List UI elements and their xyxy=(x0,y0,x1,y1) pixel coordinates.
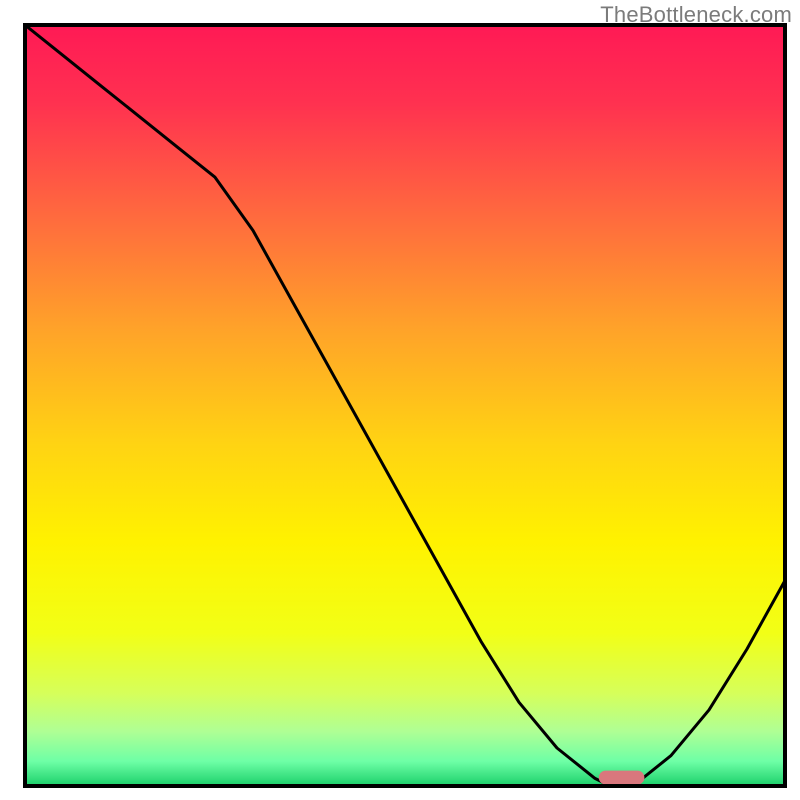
bottleneck-chart xyxy=(0,0,800,800)
gradient-fill xyxy=(27,27,783,784)
optimal-marker xyxy=(599,771,645,785)
watermark-text: TheBottleneck.com xyxy=(600,2,792,28)
